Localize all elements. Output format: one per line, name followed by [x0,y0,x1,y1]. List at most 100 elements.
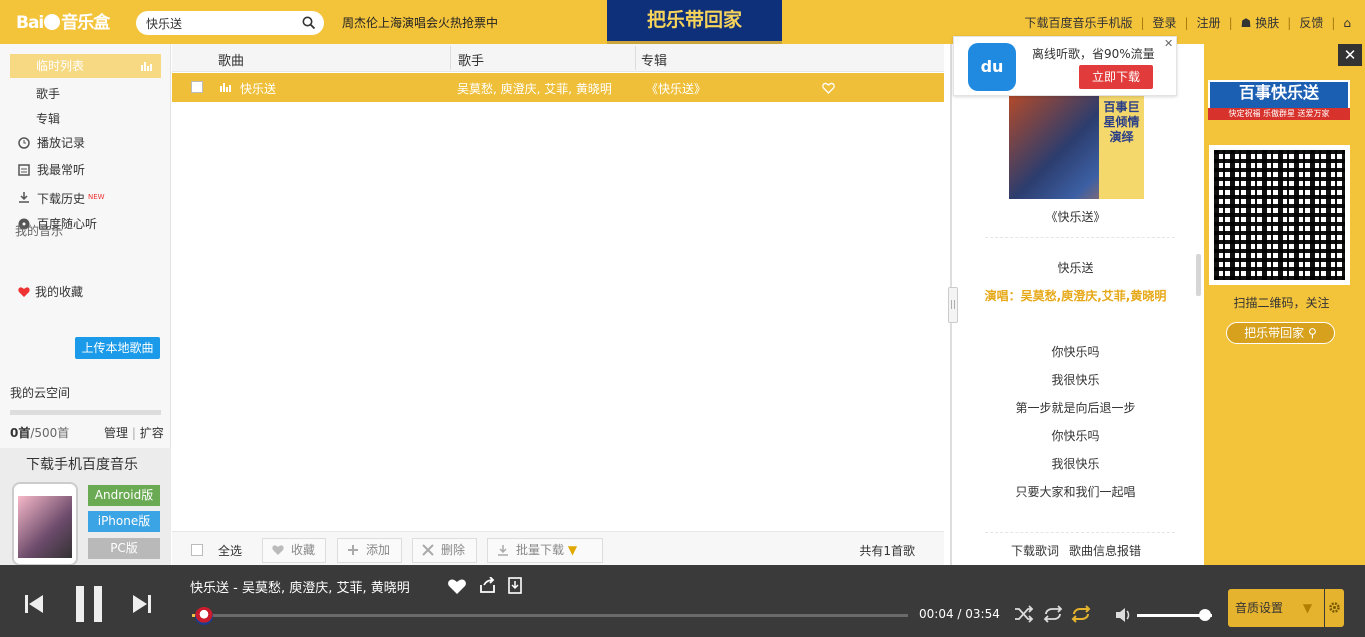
download-icon [19,192,29,203]
sidebar-item-most-played[interactable]: 我最常听 [10,158,161,182]
ad-close-icon[interactable]: ✕ [1338,44,1362,66]
lyric-line: 第一步就是向后退一步 [1015,401,1136,415]
clock-icon [18,137,30,149]
vip-diamond-icon: ▼ [1302,601,1313,615]
now-playing-title: 快乐送 - 吴莫愁, 庾澄庆, 艾菲, 黄晓明 [190,581,410,596]
album-title[interactable]: 《快乐送》 [958,208,1193,225]
delete-button[interactable]: 删除 [412,538,477,563]
row-artist[interactable]: 吴莫愁, 庾澄庆, 艾菲, 黄晓明 [457,80,612,97]
lyrics-scrollbar[interactable] [1196,254,1201,296]
next-icon[interactable] [132,594,152,614]
phone-image [12,482,78,566]
volume-knob[interactable] [1199,609,1211,621]
download-icon [498,545,508,556]
android-button[interactable]: Android版 [88,485,160,506]
search-box [136,11,324,35]
lyric-song-title: 快乐送 [1057,261,1094,275]
close-icon [422,544,434,556]
download-mobile-link[interactable]: 下载百度音乐手机版 [1024,14,1132,31]
skin-link[interactable]: ☗ 换肤 [1241,14,1280,31]
popup-close-icon[interactable]: ✕ [1164,37,1173,50]
add-button[interactable]: 添加 [337,538,402,563]
report-error-link[interactable]: 歌曲信息报错 [1069,544,1141,558]
time-display: 00:04 / 03:54 [919,607,1000,621]
ad-scan-text: 扫描二维码，关注 [1233,296,1330,310]
column-artist[interactable]: 歌手 [458,50,484,69]
vip-diamond-icon: ▼ [567,543,578,557]
lyric-line: 你快乐吗 [1051,345,1100,359]
row-album[interactable]: 《快乐送》 [646,80,706,97]
download-lyrics-link[interactable]: 下载歌词 [1011,544,1059,558]
sidebar-item-temp-list[interactable]: 临时列表 [10,54,161,78]
du-app-icon: du [968,43,1016,91]
iphone-button[interactable]: iPhone版 [88,511,160,532]
sidebar-item-history[interactable]: 播放记录 [10,131,161,155]
qr-code [1209,145,1350,285]
row-checkbox[interactable] [191,81,203,93]
cloud-space-label: 我的云空间 [10,386,71,400]
shuffle-icon[interactable] [1014,605,1034,623]
heart-icon [18,287,30,297]
search-input[interactable] [146,14,296,32]
top-links: 下载百度音乐手机版 | 登录 | 注册 | ☗ 换肤 | 反馈 | ⌂ [1024,14,1351,31]
sidebar-item-albums[interactable]: 专辑 [36,110,60,127]
select-all-checkbox[interactable] [191,544,203,556]
search-icon[interactable] [302,16,315,29]
promo-banner[interactable]: 把乐带回家 [607,0,782,44]
download-now-button[interactable]: 立即下载 [1079,65,1153,89]
volume-icon[interactable] [1115,607,1133,623]
favorite-button[interactable]: 收藏 [262,538,326,563]
manage-link[interactable]: 管理 [104,426,128,440]
upload-local-button[interactable]: 上传本地歌曲 [75,337,160,359]
row-song[interactable]: 快乐送 [240,80,276,97]
lyric-line: 我很快乐 [1051,457,1100,471]
search-icon: ⚲ [1308,326,1317,340]
sidebar-item-downloads[interactable]: 下载历史 NEW [10,185,161,209]
popup-text: 离线听歌，省90%流量 [1032,47,1155,61]
lyric-line: 只要大家和我们一起唱 [1015,485,1136,499]
share-icon[interactable] [479,577,496,594]
column-album[interactable]: 专辑 [641,50,667,69]
progress-track[interactable] [192,614,908,617]
album-cover: 百事巨星倾情演绎 [1009,96,1144,199]
expand-link[interactable]: 扩容 [140,426,164,440]
pause-icon[interactable] [75,585,103,623]
promo-title: 下载手机百度音乐 [26,457,138,473]
sidebar-item-favorites[interactable]: 我的收藏 [10,280,161,304]
ad-search-button[interactable]: 把乐带回家 ⚲ [1226,322,1335,344]
my-music-heading: 我的音乐 [15,224,64,238]
heart-icon [272,545,284,555]
paw-icon [44,14,61,30]
progress-knob[interactable] [195,607,213,625]
collapse-handle[interactable]: || [948,287,958,323]
plus-icon [348,545,358,555]
select-all-label[interactable]: 全选 [218,542,242,559]
cloud-links: 管理 | 扩容 [104,426,164,440]
feedback-link[interactable]: 反馈 [1299,14,1323,31]
register-link[interactable]: 注册 [1197,14,1221,31]
app-logo[interactable]: Bai 音乐盒 [16,8,110,33]
pc-button[interactable]: PC版 [88,538,160,559]
table-footer: 全选 收藏 添加 删除 批量下载 ▼ 共有1首歌 [172,531,944,565]
song-count: 共有1首歌 [859,544,915,558]
column-song[interactable]: 歌曲 [218,50,244,69]
like-heart-icon[interactable] [447,578,467,595]
previous-icon[interactable] [24,594,44,614]
list-icon [18,164,30,176]
repeat-one-icon[interactable] [1043,605,1063,623]
quality-settings-button[interactable]: 音质设置 ▼ [1228,589,1324,627]
download-song-icon[interactable] [508,577,522,594]
shirt-icon: ☗ [1240,16,1252,30]
sidebar-item-artists[interactable]: 歌手 [36,85,60,102]
lyric-line: 你快乐吗 [1051,429,1100,443]
repeat-all-icon[interactable] [1071,605,1091,623]
gear-icon[interactable] [1325,589,1344,627]
lyric-line: 我很快乐 [1051,373,1100,387]
news-marquee[interactable]: 周杰伦上海演唱会火热抢票中 [342,14,498,31]
login-link[interactable]: 登录 [1153,14,1177,31]
batch-download-button[interactable]: 批量下载 ▼ [487,538,603,563]
table-row[interactable]: 快乐送 吴莫愁, 庾澄庆, 艾菲, 黄晓明 《快乐送》 [172,73,944,102]
home-icon[interactable]: ⌂ [1343,16,1351,30]
favorite-heart-icon[interactable] [822,82,835,94]
lyrics-links: 下载歌词 歌曲信息报错 [1011,542,1141,559]
